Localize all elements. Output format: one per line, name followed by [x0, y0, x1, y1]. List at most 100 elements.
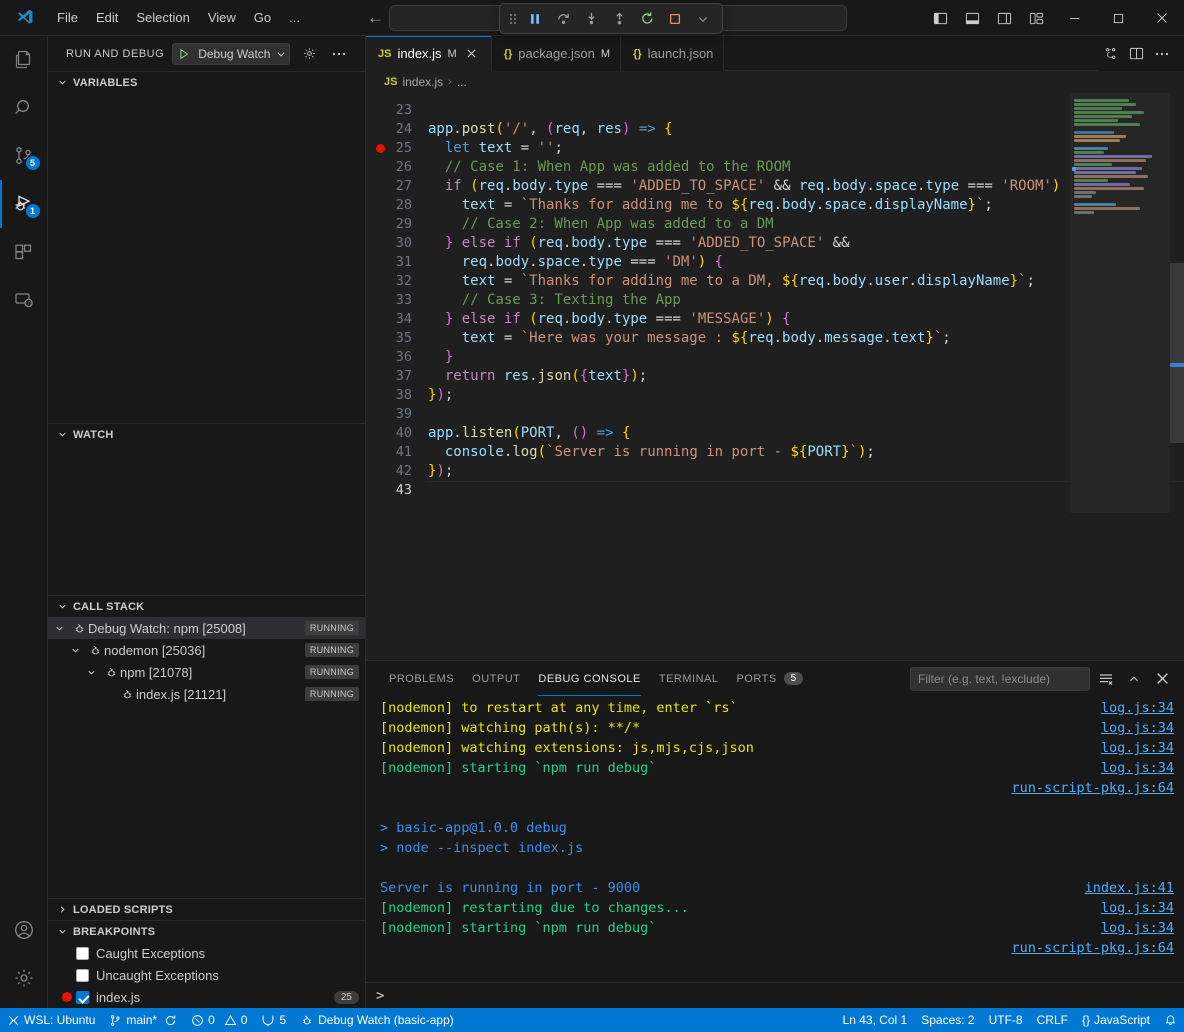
toggle-secondary-sidebar-icon[interactable] — [988, 0, 1020, 36]
breadcrumb-symbol[interactable]: ... — [457, 75, 467, 89]
callstack-item[interactable]: Debug Watch: npm [25008]RUNNING — [48, 617, 365, 639]
activitybar-source-control[interactable]: 5 — [0, 132, 48, 180]
console-line[interactable]: > basic-app@1.0.0 debug — [366, 978, 1184, 982]
console-line[interactable]: [nodemon] to restart at any time, enter … — [366, 698, 1184, 718]
console-source-link[interactable]: log.js:34 — [1101, 758, 1174, 778]
menu-edit[interactable]: Edit — [87, 6, 127, 29]
chevron-down-icon[interactable] — [275, 48, 287, 60]
console-line[interactable]: [nodemon] watching extensions: js,mjs,cj… — [366, 738, 1184, 758]
line-number[interactable]: 24 — [366, 120, 424, 139]
console-source-link[interactable]: log.js:34 — [1101, 718, 1174, 738]
activitybar-accounts[interactable] — [0, 906, 48, 954]
minimap[interactable] — [1070, 93, 1170, 660]
breakpoint-checkbox[interactable] — [76, 991, 89, 1004]
pause-button[interactable] — [522, 7, 548, 31]
line-number[interactable]: 37 — [366, 367, 424, 386]
console-line[interactable] — [366, 858, 1184, 878]
status-debug-session[interactable]: Debug Watch (basic-app) — [293, 1008, 461, 1032]
breakpoint-item[interactable]: Uncaught Exceptions — [48, 964, 365, 986]
status-notifications[interactable] — [1157, 1008, 1184, 1032]
tab-launch-json[interactable]: {} launch.json — [621, 36, 724, 71]
activitybar-remote-explorer[interactable]: </> — [0, 276, 48, 324]
loaded-scripts-section-header[interactable]: LOADED SCRIPTS — [48, 898, 365, 920]
step-into-button[interactable] — [578, 7, 604, 31]
start-debug-icon[interactable] — [177, 47, 193, 61]
drag-handle-icon[interactable] — [506, 14, 520, 24]
line-number[interactable]: 23 — [366, 101, 424, 120]
toggle-primary-sidebar-icon[interactable] — [924, 0, 956, 36]
line-number[interactable]: 34 — [366, 310, 424, 329]
callstack-section-header[interactable]: CALL STACK — [48, 595, 365, 617]
console-filter-input[interactable]: Filter (e.g. text, !exclude) — [910, 667, 1090, 691]
tab-terminal[interactable]: TERMINAL — [650, 661, 728, 696]
close-icon[interactable] — [463, 45, 481, 63]
activitybar-explorer[interactable] — [0, 36, 48, 84]
chevron-down-icon[interactable] — [70, 645, 86, 656]
debug-more-icon[interactable] — [690, 7, 716, 31]
debug-console-input[interactable]: > — [366, 982, 1184, 1008]
editor-scrollbar[interactable] — [1170, 93, 1184, 660]
tab-package-json[interactable]: {} package.json M — [492, 36, 621, 71]
close-window-button[interactable] — [1140, 0, 1184, 36]
menu-file[interactable]: File — [48, 6, 87, 29]
line-number[interactable]: 35 — [366, 329, 424, 348]
line-number[interactable]: 40 — [366, 424, 424, 443]
activitybar-settings[interactable] — [0, 954, 48, 1002]
console-line[interactable]: [nodemon] restarting due to changes...lo… — [366, 898, 1184, 918]
line-number[interactable]: 28 — [366, 196, 424, 215]
code-editor[interactable]: 2324252627282930313233343536373839404142… — [366, 93, 1184, 660]
line-number[interactable]: 33 — [366, 291, 424, 310]
console-source-link[interactable]: log.js:34 — [1101, 898, 1174, 918]
step-out-button[interactable] — [606, 7, 632, 31]
console-line[interactable]: run-script-pkg.js:64 — [366, 938, 1184, 958]
breakpoints-section-header[interactable]: BREAKPOINTS — [48, 920, 365, 942]
breakpoint-item[interactable]: Caught Exceptions — [48, 942, 365, 964]
sync-icon[interactable] — [164, 1014, 177, 1027]
breakpoint-checkbox[interactable] — [76, 947, 89, 960]
status-remote[interactable]: WSL: Ubuntu — [0, 1008, 102, 1032]
breakpoint-item[interactable]: index.js25 — [48, 986, 365, 1008]
menu-go[interactable]: Go — [245, 6, 280, 29]
line-number[interactable]: 39 — [366, 405, 424, 424]
console-source-link[interactable]: log.js:34 — [1101, 918, 1174, 938]
line-number[interactable]: 31 — [366, 253, 424, 272]
callstack-item[interactable]: nodemon [25036]RUNNING — [48, 639, 365, 661]
line-number[interactable]: 32 — [366, 272, 424, 291]
chevron-down-icon[interactable] — [54, 623, 70, 634]
clear-console-icon[interactable] — [1094, 667, 1118, 691]
tab-ports[interactable]: PORTS 5 — [727, 661, 812, 696]
breakpoint-checkbox[interactable] — [76, 969, 89, 982]
launch-configuration-select[interactable]: Debug Watch — [172, 43, 290, 65]
split-editor-icon[interactable] — [1124, 42, 1148, 66]
line-number[interactable]: 25 — [366, 139, 424, 158]
activitybar-extensions[interactable] — [0, 228, 48, 276]
open-launch-json-gear-icon[interactable] — [298, 43, 320, 65]
console-line[interactable]: [nodemon] starting `npm run debug`log.js… — [366, 918, 1184, 938]
line-number[interactable]: 42 — [366, 462, 424, 481]
activitybar-search[interactable] — [0, 84, 48, 132]
toggle-panel-icon[interactable] — [956, 0, 988, 36]
line-number[interactable]: 41 — [366, 443, 424, 462]
editor-breakpoint-icon[interactable] — [376, 144, 385, 153]
customize-layout-icon[interactable] — [1020, 0, 1052, 36]
console-line[interactable] — [366, 958, 1184, 978]
console-line[interactable] — [366, 798, 1184, 818]
close-panel-icon[interactable] — [1150, 667, 1174, 691]
status-cursor-position[interactable]: Ln 43, Col 1 — [836, 1008, 915, 1032]
line-number[interactable]: 43 — [366, 481, 424, 500]
debug-toolbar[interactable] — [499, 3, 723, 34]
restart-button[interactable] — [634, 7, 660, 31]
editor-scroll-thumb[interactable] — [1170, 263, 1184, 443]
menu-selection[interactable]: Selection — [127, 6, 198, 29]
debug-console-output[interactable]: [nodemon] to restart at any time, enter … — [366, 696, 1184, 982]
line-number[interactable]: 27 — [366, 177, 424, 196]
line-number[interactable]: 38 — [366, 386, 424, 405]
line-number[interactable]: 26 — [366, 158, 424, 177]
status-ports[interactable]: 5 — [254, 1008, 293, 1032]
minimap-slider[interactable] — [1070, 93, 1170, 513]
maximize-button[interactable] — [1096, 0, 1140, 36]
watch-section-header[interactable]: WATCH — [48, 423, 365, 445]
step-over-button[interactable] — [550, 7, 576, 31]
console-line[interactable]: > node --inspect index.js — [366, 838, 1184, 858]
console-source-link[interactable]: log.js:34 — [1101, 738, 1174, 758]
